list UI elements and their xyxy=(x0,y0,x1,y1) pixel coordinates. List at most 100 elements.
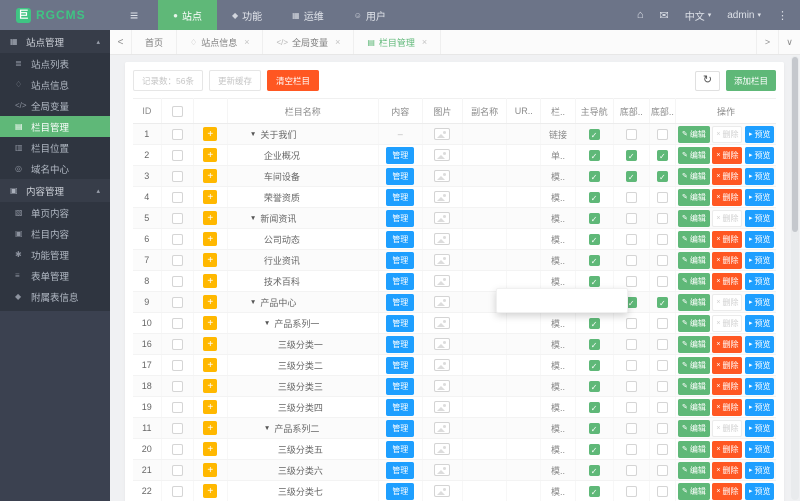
add-child-button[interactable]: + xyxy=(203,274,218,288)
preview-button[interactable]: ▸ 预览 xyxy=(744,398,775,416)
manage-content-button[interactable]: 管理 xyxy=(386,146,415,164)
tabs-collapse-button[interactable]: ∨ xyxy=(778,30,800,54)
add-child-button[interactable]: + xyxy=(203,169,218,183)
preview-button[interactable]: ▸ 预览 xyxy=(744,356,775,374)
bottom-nav-2-checkbox[interactable] xyxy=(656,422,668,434)
bottom-nav-2-checkbox[interactable] xyxy=(656,275,668,287)
edit-button[interactable]: ✎ 编辑 xyxy=(677,251,710,269)
edit-button[interactable]: ✎ 编辑 xyxy=(677,419,710,437)
edit-button[interactable]: ✎ 编辑 xyxy=(677,461,710,479)
sidebar-item-栏目内容[interactable]: ▣ 栏目内容 xyxy=(0,223,110,244)
image-icon[interactable] xyxy=(434,485,451,497)
record-count-button[interactable]: 记录数：56条 xyxy=(133,70,203,91)
add-child-button[interactable]: + xyxy=(203,190,218,204)
main-nav-checkbox[interactable]: ✓ xyxy=(588,338,600,350)
image-icon[interactable] xyxy=(434,128,451,140)
edit-button[interactable]: ✎ 编辑 xyxy=(677,272,710,290)
bottom-nav-1-checkbox[interactable] xyxy=(625,485,637,497)
row-select-checkbox[interactable] xyxy=(171,317,183,329)
bottom-nav-2-checkbox[interactable] xyxy=(656,380,668,392)
refresh-button[interactable]: ↻ xyxy=(694,70,720,91)
row-select-checkbox[interactable] xyxy=(171,254,183,266)
bottom-nav-2-checkbox[interactable] xyxy=(656,359,668,371)
delete-button[interactable]: × 删除 xyxy=(712,272,743,290)
row-select-checkbox[interactable] xyxy=(171,338,183,350)
add-child-button[interactable]: + xyxy=(203,253,218,267)
bottom-nav-1-checkbox[interactable] xyxy=(625,233,637,245)
delete-button[interactable]: × 删除 xyxy=(712,146,743,164)
add-child-button[interactable]: + xyxy=(203,400,218,414)
image-icon[interactable] xyxy=(434,212,451,224)
sidebar-item-域名中心[interactable]: ◎ 域名中心 xyxy=(0,158,110,179)
bottom-nav-2-checkbox[interactable] xyxy=(656,464,668,476)
bottom-nav-1-checkbox[interactable] xyxy=(625,275,637,287)
sidebar-section-站点管理[interactable]: ▦ 站点管理 ▴ xyxy=(0,30,110,53)
edit-button[interactable]: ✎ 编辑 xyxy=(677,314,710,332)
image-icon[interactable] xyxy=(434,464,451,476)
preview-button[interactable]: ▸ 预览 xyxy=(744,482,775,500)
main-nav-checkbox[interactable]: ✓ xyxy=(588,485,600,497)
sidebar-item-全局变量[interactable]: </> 全局变量 xyxy=(0,95,110,116)
edit-button[interactable]: ✎ 编辑 xyxy=(677,146,710,164)
preview-button[interactable]: ▸ 预览 xyxy=(744,125,775,143)
edit-button[interactable]: ✎ 编辑 xyxy=(677,335,710,353)
tab-站点信息[interactable]: ♢ 站点信息 × xyxy=(177,30,264,54)
image-icon[interactable] xyxy=(434,338,451,350)
main-nav-checkbox[interactable]: ✓ xyxy=(588,443,600,455)
delete-button[interactable]: × 删除 xyxy=(712,188,743,206)
main-nav-checkbox[interactable]: ✓ xyxy=(588,275,600,287)
add-child-button[interactable]: + xyxy=(203,358,218,372)
close-icon[interactable]: × xyxy=(422,37,427,47)
edit-button[interactable]: ✎ 编辑 xyxy=(677,377,710,395)
image-icon[interactable] xyxy=(434,422,451,434)
preview-button[interactable]: ▸ 预览 xyxy=(744,419,775,437)
edit-button[interactable]: ✎ 编辑 xyxy=(677,125,710,143)
expand-icon[interactable]: ▼ xyxy=(250,215,256,222)
tabs-next-button[interactable]: > xyxy=(756,30,778,54)
tab-全局变量[interactable]: </> 全局变量 × xyxy=(263,30,355,54)
preview-button[interactable]: ▸ 预览 xyxy=(744,461,775,479)
main-nav-checkbox[interactable]: ✓ xyxy=(588,401,600,413)
row-select-checkbox[interactable] xyxy=(171,422,183,434)
close-icon[interactable]: × xyxy=(335,37,340,47)
edit-button[interactable]: ✎ 编辑 xyxy=(677,356,710,374)
manage-content-button[interactable]: 管理 xyxy=(386,356,415,374)
manage-content-button[interactable]: 管理 xyxy=(386,167,415,185)
add-child-button[interactable]: + xyxy=(203,316,218,330)
preview-button[interactable]: ▸ 预览 xyxy=(744,209,775,227)
edit-button[interactable]: ✎ 编辑 xyxy=(677,482,710,500)
main-nav-checkbox[interactable]: ✓ xyxy=(588,233,600,245)
edit-button[interactable]: ✎ 编辑 xyxy=(677,167,710,185)
sidebar-item-栏目位置[interactable]: ▥ 栏目位置 xyxy=(0,137,110,158)
tabs-prev-button[interactable]: < xyxy=(110,30,132,54)
close-icon[interactable]: × xyxy=(244,37,249,47)
add-column-button[interactable]: 添加栏目 xyxy=(725,70,776,91)
image-icon[interactable] xyxy=(434,233,451,245)
image-icon[interactable] xyxy=(434,296,451,308)
edit-button[interactable]: ✎ 编辑 xyxy=(677,398,710,416)
main-nav-checkbox[interactable]: ✓ xyxy=(588,422,600,434)
preview-button[interactable]: ▸ 预览 xyxy=(744,230,775,248)
bottom-nav-2-checkbox[interactable] xyxy=(656,443,668,455)
add-child-button[interactable]: + xyxy=(203,337,218,351)
add-child-button[interactable]: + xyxy=(203,442,218,456)
bottom-nav-2-checkbox[interactable] xyxy=(656,191,668,203)
bottom-nav-1-checkbox[interactable] xyxy=(625,380,637,392)
bottom-nav-2-checkbox[interactable] xyxy=(656,338,668,350)
edit-button[interactable]: ✎ 编辑 xyxy=(677,230,710,248)
preview-button[interactable]: ▸ 预览 xyxy=(744,335,775,353)
preview-button[interactable]: ▸ 预览 xyxy=(744,272,775,290)
manage-content-button[interactable]: 管理 xyxy=(386,440,415,458)
bottom-nav-2-checkbox[interactable] xyxy=(656,128,668,140)
image-icon[interactable] xyxy=(434,401,451,413)
bottom-nav-1-checkbox[interactable] xyxy=(625,317,637,329)
sidebar-item-站点列表[interactable]: ≣ 站点列表 xyxy=(0,53,110,74)
add-child-button[interactable]: + xyxy=(203,421,218,435)
bottom-nav-1-checkbox[interactable] xyxy=(625,254,637,266)
sidebar-item-单页内容[interactable]: ▧ 单页内容 xyxy=(0,202,110,223)
main-nav-checkbox[interactable]: ✓ xyxy=(588,317,600,329)
bottom-nav-1-checkbox[interactable]: ✓ xyxy=(625,170,637,182)
main-nav-checkbox[interactable]: ✓ xyxy=(588,359,600,371)
preview-button[interactable]: ▸ 预览 xyxy=(744,251,775,269)
row-select-checkbox[interactable] xyxy=(171,275,183,287)
